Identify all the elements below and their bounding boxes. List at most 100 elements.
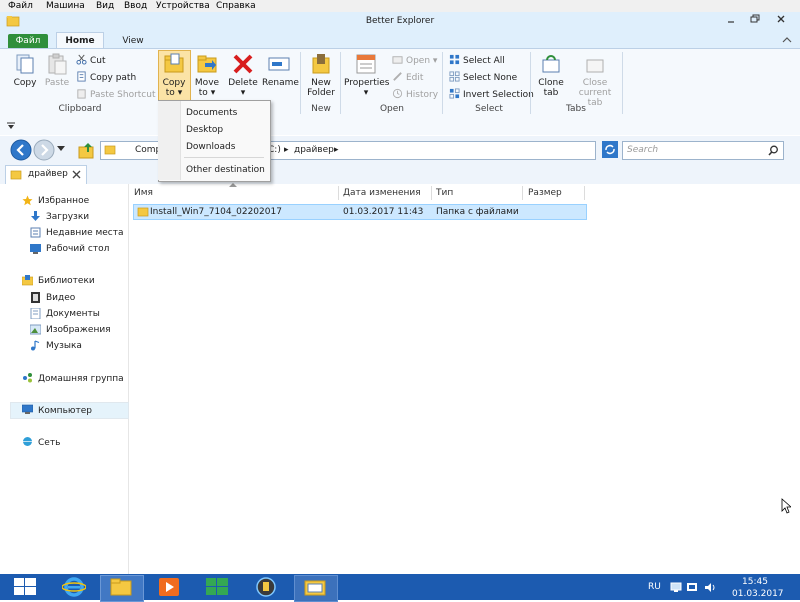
tab-driver-folder[interactable]: драйвер <box>5 165 87 184</box>
move-to-folder-icon <box>197 55 217 73</box>
nav-images[interactable]: Изображения <box>46 325 111 335</box>
menu-icon-gutter <box>158 101 181 180</box>
internet-explorer-icon[interactable] <box>62 576 86 598</box>
windows-start-icon[interactable] <box>14 578 36 596</box>
vm-menu-help[interactable]: Справка <box>216 0 256 12</box>
close-tab-icon <box>586 59 604 73</box>
history-button[interactable]: History <box>392 88 438 101</box>
quick-access-dropdown-icon[interactable] <box>6 122 16 130</box>
file-type: Папка с файлами <box>436 207 519 217</box>
copy-to-button[interactable]: Copy to ▾ <box>158 52 190 98</box>
column-header-name[interactable]: Имя <box>134 188 153 198</box>
paste-button[interactable]: Paste <box>42 52 72 88</box>
nav-network[interactable]: Сеть <box>38 438 60 448</box>
menu-item-downloads[interactable]: Downloads <box>186 142 235 152</box>
column-separator[interactable] <box>522 186 523 200</box>
move-to-label-2: to <box>198 88 208 98</box>
open-button[interactable]: Open ▾ <box>392 54 437 67</box>
menu-separator <box>184 157 264 158</box>
up-folder-icon[interactable] <box>78 141 94 159</box>
menu-item-other-destination[interactable]: Other destination <box>186 165 265 175</box>
move-to-button[interactable]: Move to ▾ <box>192 52 222 98</box>
tray-clock-time[interactable]: 15:45 <box>742 577 768 587</box>
libraries-icon <box>22 275 33 286</box>
nav-music[interactable]: Музыка <box>46 341 82 351</box>
display-tray-icon[interactable] <box>686 582 698 593</box>
group-separator <box>622 52 623 114</box>
vm-menu-input[interactable]: Ввод <box>124 0 147 12</box>
select-all-button[interactable]: Select All <box>449 54 505 67</box>
search-input[interactable]: Search <box>622 141 784 160</box>
clone-tab-icon <box>542 55 560 73</box>
menu-item-documents[interactable]: Documents <box>186 108 237 118</box>
app-icon[interactable] <box>254 576 278 598</box>
nav-libraries[interactable]: Библиотеки <box>38 276 95 286</box>
history-dropdown-icon[interactable] <box>57 146 65 152</box>
copy-path-button[interactable]: Copy path <box>76 71 136 84</box>
tab-label: драйвер <box>28 169 68 179</box>
refresh-icon[interactable] <box>602 141 618 158</box>
forward-button[interactable] <box>33 139 55 161</box>
edit-icon <box>393 72 402 81</box>
cut-label: Cut <box>90 56 106 66</box>
chevron-up-icon[interactable] <box>782 36 792 44</box>
invert-selection-button[interactable]: Invert Selection <box>449 88 534 101</box>
vm-menu-view[interactable]: Вид <box>96 0 114 12</box>
vm-menu-devices[interactable]: Устройства <box>156 0 210 12</box>
nav-favorites[interactable]: Избранное <box>38 196 89 206</box>
close-tab-button[interactable]: Close current tab <box>570 52 620 108</box>
nav-recent-places[interactable]: Недавние места <box>46 228 124 238</box>
breadcrumb-driver-folder[interactable]: драйвер <box>294 145 334 155</box>
close-tab-icon[interactable] <box>72 170 81 179</box>
copy-label: Copy <box>13 78 37 88</box>
maximize-button[interactable] <box>744 14 766 28</box>
volume-icon[interactable] <box>704 582 718 593</box>
media-player-icon[interactable] <box>158 577 180 597</box>
new-folder-button[interactable]: New Folder <box>306 52 336 98</box>
delete-button[interactable]: Delete ▾ <box>227 52 259 98</box>
select-none-label: Select None <box>463 73 518 83</box>
column-header-size[interactable]: Размер <box>528 188 562 198</box>
breadcrumb-separator: ▸ <box>334 145 339 155</box>
menu-item-desktop[interactable]: Desktop <box>186 125 223 135</box>
paste-shortcut-button[interactable]: Paste Shortcut <box>76 88 156 101</box>
copy-button[interactable]: Copy <box>10 52 40 88</box>
tab-file[interactable]: Файл <box>8 34 48 48</box>
better-explorer-icon <box>304 580 326 596</box>
images-icon <box>30 324 41 335</box>
homegroup-icon <box>23 373 32 383</box>
breadcrumb-separator: ▸ <box>284 145 289 155</box>
properties-icon <box>356 54 376 74</box>
copy-icon <box>16 54 34 74</box>
tray-clock-date[interactable]: 01.03.2017 <box>732 589 784 599</box>
nav-desktop[interactable]: Рабочий стол <box>46 244 109 254</box>
input-language-indicator[interactable]: RU <box>648 582 661 592</box>
nav-documents[interactable]: Документы <box>46 309 100 319</box>
cut-button[interactable]: Cut <box>76 54 106 67</box>
clone-tab-button[interactable]: Clone tab <box>534 52 568 98</box>
column-separator[interactable] <box>584 186 585 200</box>
copy-to-label-2: to <box>165 88 175 98</box>
rename-button[interactable]: Rename <box>262 52 299 88</box>
column-header-date[interactable]: Дата изменения <box>343 188 421 198</box>
vm-menu-file[interactable]: Файл <box>8 0 33 12</box>
column-header-type[interactable]: Тип <box>436 188 453 198</box>
nav-computer[interactable]: Компьютер <box>38 406 92 416</box>
back-button[interactable] <box>10 139 32 161</box>
select-none-button[interactable]: Select None <box>449 71 517 84</box>
move-to-label-1: Move <box>194 78 220 88</box>
network-tray-icon[interactable] <box>670 582 682 593</box>
edit-button[interactable]: Edit <box>392 71 423 84</box>
copy-path-icon <box>77 71 86 82</box>
column-separator[interactable] <box>431 186 432 200</box>
close-window-button[interactable] <box>770 14 792 28</box>
nav-video[interactable]: Видео <box>46 293 75 303</box>
nav-downloads[interactable]: Загрузки <box>46 212 89 222</box>
tab-view[interactable]: View <box>110 34 156 48</box>
store-tiles-icon[interactable] <box>206 578 228 596</box>
column-separator[interactable] <box>338 186 339 200</box>
vm-menu-machine[interactable]: Машина <box>46 0 85 12</box>
nav-homegroup[interactable]: Домашняя группа <box>38 374 124 384</box>
minimize-button[interactable] <box>720 14 742 28</box>
properties-button[interactable]: Properties ▾ <box>344 52 389 98</box>
